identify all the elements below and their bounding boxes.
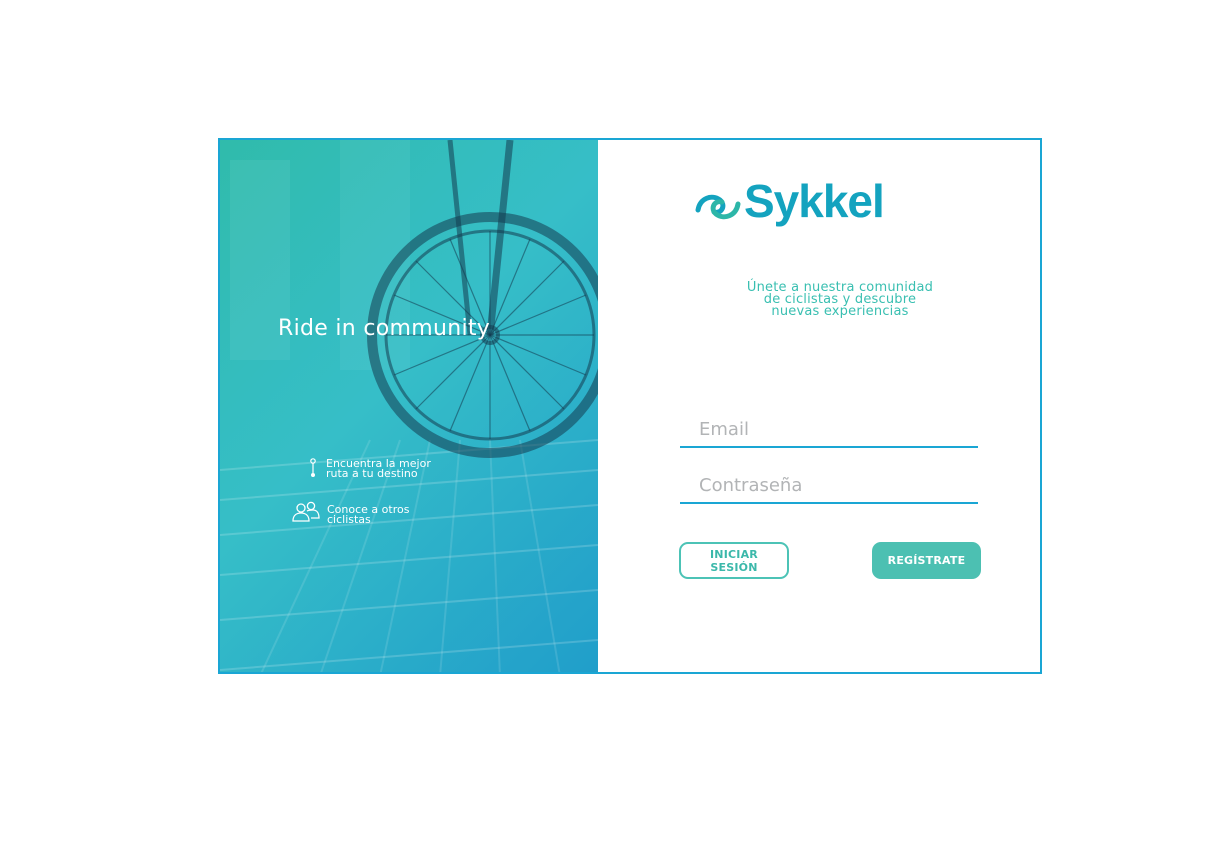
users-icon — [292, 501, 320, 522]
email-field[interactable] — [680, 412, 978, 448]
feature-route-line-2: ruta a tu destino — [326, 467, 418, 480]
route-pin-icon — [310, 458, 316, 477]
brand-name: Sykkel — [744, 175, 885, 227]
signup-card: Ride in community Encuentra la mejor rut… — [218, 138, 1042, 674]
hero-title: Ride in community — [278, 316, 491, 341]
password-field[interactable] — [680, 468, 978, 504]
register-button[interactable]: REGÍSTRATE — [872, 542, 981, 579]
tagline-line-3: nuevas experiencias — [771, 304, 909, 319]
bicycle-background-image — [220, 140, 598, 672]
swirl-logo-icon — [695, 194, 741, 220]
login-button[interactable]: INICIAR SESIÓN — [679, 542, 789, 579]
hero-panel: Ride in community Encuentra la mejor rut… — [220, 140, 598, 672]
feature-community-line-2: ciclistas — [327, 513, 371, 526]
tagline: Únete a nuestra comunidad de ciclistas y… — [720, 281, 960, 319]
